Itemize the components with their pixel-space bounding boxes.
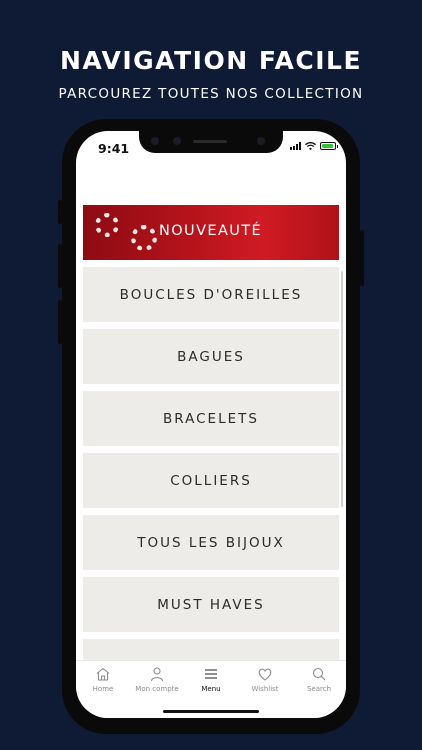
search-icon — [312, 667, 326, 681]
status-time: 9:41 — [98, 141, 130, 156]
tab-home[interactable]: Home — [76, 666, 130, 693]
tab-mon-compte[interactable]: Mon compte — [130, 666, 184, 693]
menu-item-boucles-oreilles[interactable]: BOUCLES D'OREILLES — [83, 267, 339, 322]
signal-icon — [290, 142, 301, 150]
tab-label: Search — [306, 685, 332, 693]
status-icons — [290, 142, 338, 150]
notch — [139, 131, 283, 153]
earring-icon — [95, 213, 119, 237]
tab-label: Home — [92, 685, 114, 693]
front-camera-icon — [257, 137, 265, 145]
tab-menu[interactable]: Menu — [184, 666, 238, 693]
menu-item-tous-les-bijoux[interactable]: TOUS LES BIJOUX — [83, 515, 339, 570]
tab-wishlist[interactable]: Wishlist — [238, 666, 292, 693]
home-icon — [96, 667, 110, 681]
wifi-icon — [305, 142, 316, 150]
sensor-icon — [173, 137, 181, 145]
earring-icon — [131, 225, 157, 251]
tab-label: Mon compte — [135, 685, 179, 693]
battery-icon — [320, 142, 338, 150]
tab-label: Menu — [201, 685, 221, 693]
menu-item-colliers[interactable]: COLLIERS — [83, 453, 339, 508]
heart-icon — [258, 668, 272, 681]
speaker-grille — [193, 140, 227, 143]
menu-item-bagues[interactable]: BAGUES — [83, 329, 339, 384]
marketing-subheadline: PARCOUREZ TOUTES NOS COLLECTION — [58, 86, 364, 102]
user-icon — [150, 667, 164, 682]
menu-item-must-haves[interactable]: MUST HAVES — [83, 577, 339, 632]
tab-search[interactable]: Search — [292, 666, 346, 693]
home-indicator[interactable] — [163, 710, 259, 713]
banner-label: NOUVEAUTÉ — [159, 223, 263, 239]
phone-screen: 9:41 NOUVEAUTÉ BOUCLES D'OREILLES BAGUES… — [76, 131, 346, 718]
menu-item-bracelets[interactable]: BRACELETS — [83, 391, 339, 446]
phone-power-button — [360, 230, 364, 286]
menu-icon — [205, 669, 217, 679]
tab-label: Wishlist — [251, 685, 279, 693]
scrollbar[interactable] — [341, 271, 343, 507]
marketing-headline: NAVIGATION FACILE — [59, 46, 363, 75]
camera-icon — [151, 137, 159, 145]
banner-nouveaute[interactable]: NOUVEAUTÉ — [83, 205, 339, 260]
